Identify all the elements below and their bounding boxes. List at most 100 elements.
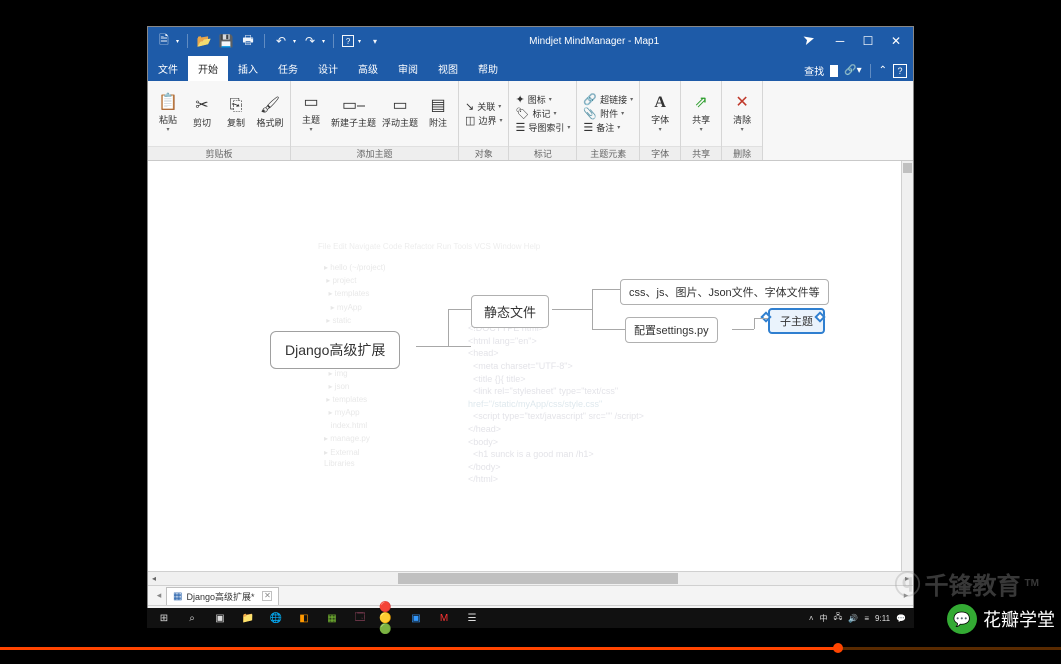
node-static-files[interactable]: 静态文件 — [471, 295, 549, 328]
document-tab[interactable]: ▦ Django高级扩展* ✕ — [166, 587, 279, 605]
menu-insert[interactable]: 插入 — [228, 56, 268, 81]
tray-more-icon[interactable]: ≡ — [864, 614, 869, 623]
attachment-button[interactable]: 📎附件▾ — [583, 107, 633, 120]
app-icon[interactable]: ☰ — [463, 611, 481, 625]
chat-overlay: 💬 花瓣学堂 — [947, 604, 1055, 634]
open-icon[interactable]: 📂 — [196, 33, 212, 49]
close-button[interactable]: ✕ — [889, 34, 903, 48]
node-subtopic[interactable]: 子主题 — [768, 308, 825, 334]
group-font: 字体 — [640, 146, 680, 160]
menu-help[interactable]: 帮助 — [468, 56, 508, 81]
windows-taskbar: ⊞ ⌕ ▣ 📁 🌐 ◧ ▦ 🗔 🔴🟡🟢 ▣ M ☰ ˄ 中 🖧 🔊 ≡ 9:11… — [147, 608, 914, 628]
minimize-button[interactable]: ─ — [833, 34, 847, 48]
group-delete: 删除 — [722, 146, 762, 160]
link-icon[interactable]: 🔗▾ — [844, 65, 861, 76]
app-icon[interactable]: M — [435, 611, 453, 625]
tray-net-icon[interactable]: 🖧 — [833, 611, 842, 625]
tray-up-icon[interactable]: ˄ — [809, 614, 814, 623]
paste-button[interactable]: 📋粘贴▾ — [154, 95, 182, 133]
maximize-button[interactable]: ☐ — [861, 34, 875, 48]
quick-access-toolbar: 🗎▾ 📂 💾 🖶 ↶▾ ↷▾ ?▾ ▾ — [148, 33, 391, 49]
connector — [416, 346, 471, 347]
connector — [592, 289, 593, 329]
app-icon[interactable]: ▣ — [407, 611, 425, 625]
tab-close-icon[interactable]: ✕ — [262, 591, 272, 601]
remark-button[interactable]: ☰备注▾ — [583, 121, 633, 134]
group-clipboard: 剪贴板 — [148, 146, 290, 160]
floattopic-button[interactable]: ▭浮动主题 — [382, 98, 418, 129]
node-root[interactable]: Django高级扩展 — [270, 331, 400, 369]
menu-design[interactable]: 设计 — [308, 56, 348, 81]
save-icon[interactable]: 💾 — [218, 33, 234, 49]
find-label[interactable]: 查找 — [804, 63, 824, 78]
cut-button[interactable]: ✂剪切 — [188, 98, 216, 129]
node-static-list[interactable]: css、js、图片、Json文件、字体文件等 — [620, 279, 829, 305]
menu-view[interactable]: 视图 — [428, 56, 468, 81]
undo-icon[interactable]: ↶ — [273, 33, 289, 49]
tray-notif-icon[interactable]: 💬 — [896, 614, 906, 623]
mouse-cursor-icon: ➤ — [801, 29, 817, 48]
mindmap-canvas[interactable]: File Edit Navigate Code Refactor Run Too… — [148, 161, 913, 571]
connector — [754, 318, 768, 319]
group-topic: 添加主题 — [291, 146, 458, 160]
redo-icon[interactable]: ↷ — [302, 33, 318, 49]
taskview-icon[interactable]: ▣ — [211, 611, 229, 625]
hyperlink-button[interactable]: 🔗超链接▾ — [583, 93, 633, 106]
print-icon[interactable]: 🖶 — [240, 33, 256, 49]
tab-next-icon[interactable]: ▸ — [899, 590, 913, 601]
customize-qat-icon[interactable]: ▾ — [367, 33, 383, 49]
icon-button[interactable]: ✦图标▾ — [515, 93, 570, 106]
chrome-icon[interactable]: 🔴🟡🟢 — [379, 611, 397, 625]
clear-button[interactable]: ✕清除▾ — [728, 95, 756, 133]
app-icon[interactable]: ◧ — [295, 611, 313, 625]
search-icon[interactable]: ⌕ — [183, 611, 201, 625]
menubar: 文件 开始 插入 任务 设计 高级 审阅 视图 帮助 查找 🔗▾ ⌃ ? — [148, 55, 913, 81]
font-button[interactable]: A字体▾ — [646, 95, 674, 133]
node-settings[interactable]: 配置settings.py — [625, 317, 718, 343]
subtopic-button[interactable]: ▭⎯新建子主题 — [331, 98, 376, 129]
window-title: Mindjet MindManager - Map1 — [391, 36, 797, 47]
share-button[interactable]: ⇗共享▾ — [687, 95, 715, 133]
chat-avatar-icon: 💬 — [947, 604, 977, 634]
help-icon[interactable]: ? — [893, 64, 907, 78]
vertical-scrollbar[interactable] — [901, 161, 913, 571]
doc-icon: ▦ — [173, 591, 182, 602]
menu-task[interactable]: 任务 — [268, 56, 308, 81]
start-icon[interactable]: ⊞ — [155, 611, 173, 625]
mapindex-button[interactable]: ☰导图索引▾ — [515, 121, 570, 134]
new-file-icon[interactable]: 🗎 — [156, 33, 172, 49]
clock[interactable]: 9:11 — [875, 614, 890, 623]
connector — [592, 289, 620, 290]
attach-button[interactable]: ▤附注 — [424, 98, 452, 129]
menu-review[interactable]: 审阅 — [388, 56, 428, 81]
group-element: 主题元素 — [577, 146, 639, 160]
help-qat-icon[interactable]: ? — [342, 35, 354, 47]
video-progress[interactable] — [0, 647, 1061, 650]
boundary-button[interactable]: ◫边界▾ — [465, 114, 502, 127]
scroll-right-icon[interactable]: ▸ — [901, 572, 913, 585]
tag-button[interactable]: 🏷标记▾ — [515, 107, 570, 120]
tray-vol-icon[interactable]: 🔊 — [848, 614, 858, 623]
menu-file[interactable]: 文件 — [148, 56, 188, 81]
copy-button[interactable]: ⎘复制 — [222, 98, 250, 129]
collapse-ribbon-icon[interactable]: ⌃ — [879, 65, 887, 76]
app-icon[interactable]: 📁 — [239, 611, 257, 625]
app-icon[interactable]: ▦ — [323, 611, 341, 625]
group-share: 共享 — [681, 146, 721, 160]
connector — [552, 309, 592, 310]
tray-lang-icon[interactable]: 中 — [819, 613, 827, 624]
topic-button[interactable]: ▭主题▾ — [297, 95, 325, 133]
menu-advanced[interactable]: 高级 — [348, 56, 388, 81]
app-icon[interactable]: 🌐 — [267, 611, 285, 625]
menu-start[interactable]: 开始 — [188, 56, 228, 81]
tab-prev-icon[interactable]: ◂ — [152, 590, 166, 601]
connector — [732, 329, 754, 330]
formatpainter-button[interactable]: 🖌格式刷 — [256, 98, 284, 129]
group-object: 对象 — [459, 146, 508, 160]
horizontal-scrollbar[interactable]: ◂ ▸ — [148, 571, 913, 585]
app-icon[interactable]: 🗔 — [351, 611, 369, 625]
connector — [448, 309, 471, 310]
progress-thumb[interactable] — [833, 643, 843, 653]
scroll-left-icon[interactable]: ◂ — [148, 572, 160, 585]
relation-button[interactable]: ↘关联▾ — [465, 100, 502, 113]
